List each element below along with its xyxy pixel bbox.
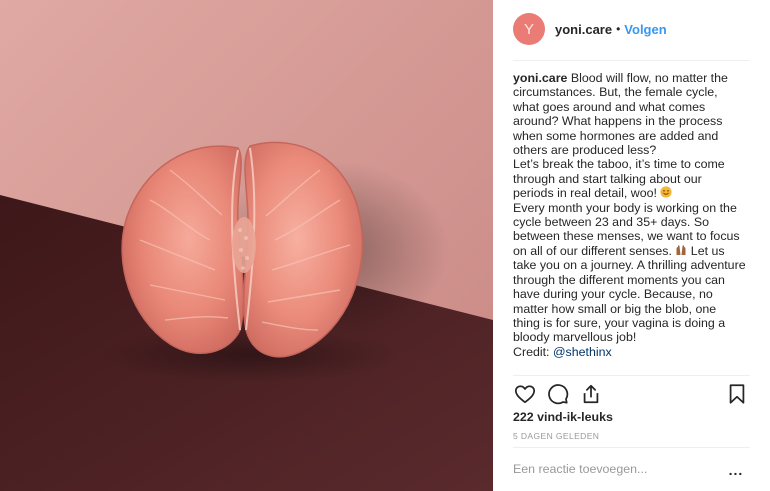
caption-line: around? What happens in the process: [513, 114, 723, 129]
caption-line: through the different moments you can: [513, 272, 725, 287]
grapefruit-photo: [0, 0, 493, 491]
caption-line: circumstances. But, the female cycle,: [513, 85, 718, 100]
caption-text: Let us: [690, 243, 725, 258]
caption-text: on all of our different senses.: [513, 243, 672, 258]
share-button[interactable]: [579, 382, 603, 406]
bookmark-icon: [729, 384, 745, 404]
author-username[interactable]: yoni.care: [555, 22, 612, 37]
caption-username[interactable]: yoni.care: [513, 71, 567, 85]
caption-line: through and start talking about our: [513, 171, 702, 186]
divider: [513, 375, 750, 376]
post-side-panel: Y yoni.care • Volgen yoni.care Blood wil…: [493, 0, 770, 491]
avatar[interactable]: Y: [513, 13, 545, 45]
caption-line: when some hormones are added and: [513, 128, 719, 143]
save-button[interactable]: [725, 382, 749, 406]
caption-line: thing is for sure, your vagina is doing …: [513, 315, 726, 330]
caption-text: Blood will flow, no matter the: [570, 71, 728, 85]
ellipsis-icon: ...: [728, 462, 744, 478]
divider: [513, 447, 750, 448]
caption-line: cycle between 23 and 35+ days. So: [513, 215, 709, 230]
comment-input[interactable]: [513, 455, 723, 483]
caption-line: Let’s break the taboo, it’s time to come: [513, 157, 725, 172]
comment-icon: [548, 384, 569, 405]
caption-line: bloody marvellous job!: [513, 330, 637, 345]
post-actions: [513, 382, 750, 408]
caption-line: between these menses, we want to focus: [513, 229, 740, 244]
caption-line: others are produced less?: [513, 143, 657, 158]
share-icon: [583, 384, 599, 404]
caption-credit: Credit: @shethinx: [513, 345, 753, 359]
smiling-face-icon: [660, 186, 673, 198]
caption-line: yoni.care Blood will flow, no matter the: [513, 71, 753, 85]
instagram-post: Y yoni.care • Volgen yoni.care Blood wil…: [0, 0, 770, 491]
caption-line: take you on a journey. A thrilling adven…: [513, 258, 746, 273]
divider: [513, 60, 750, 61]
caption-line: matter how small or big the blob, one: [513, 301, 717, 316]
heart-icon: [514, 385, 536, 404]
credit-link[interactable]: @shethinx: [553, 345, 612, 359]
raised-hands-icon: [676, 245, 686, 255]
caption-line: what goes around and what comes: [513, 99, 706, 114]
more-options-button[interactable]: ...: [726, 458, 746, 482]
credit-label: Credit:: [513, 344, 550, 359]
comment-button[interactable]: [546, 382, 570, 406]
like-button[interactable]: [513, 382, 537, 406]
header-separator: •: [616, 22, 621, 36]
caption-line: Every month your body is working on the: [513, 200, 737, 215]
caption-line: periods in real detail, woo!: [513, 186, 753, 200]
post-photo[interactable]: [0, 0, 493, 491]
caption-text: periods in real detail, woo!: [513, 186, 657, 201]
caption-line: have during your cycle. Because, no: [513, 287, 713, 302]
post-timestamp[interactable]: 5 DAGEN GELEDEN: [513, 431, 599, 441]
likes-count[interactable]: 222 vind-ik-leuks: [513, 410, 613, 424]
post-header: Y yoni.care • Volgen: [493, 0, 770, 58]
post-caption: yoni.care Blood will flow, no matter the…: [513, 71, 753, 359]
follow-button[interactable]: Volgen: [624, 22, 666, 37]
caption-line: on all of our different senses. Let us: [513, 244, 753, 258]
avatar-letter: Y: [523, 20, 534, 38]
